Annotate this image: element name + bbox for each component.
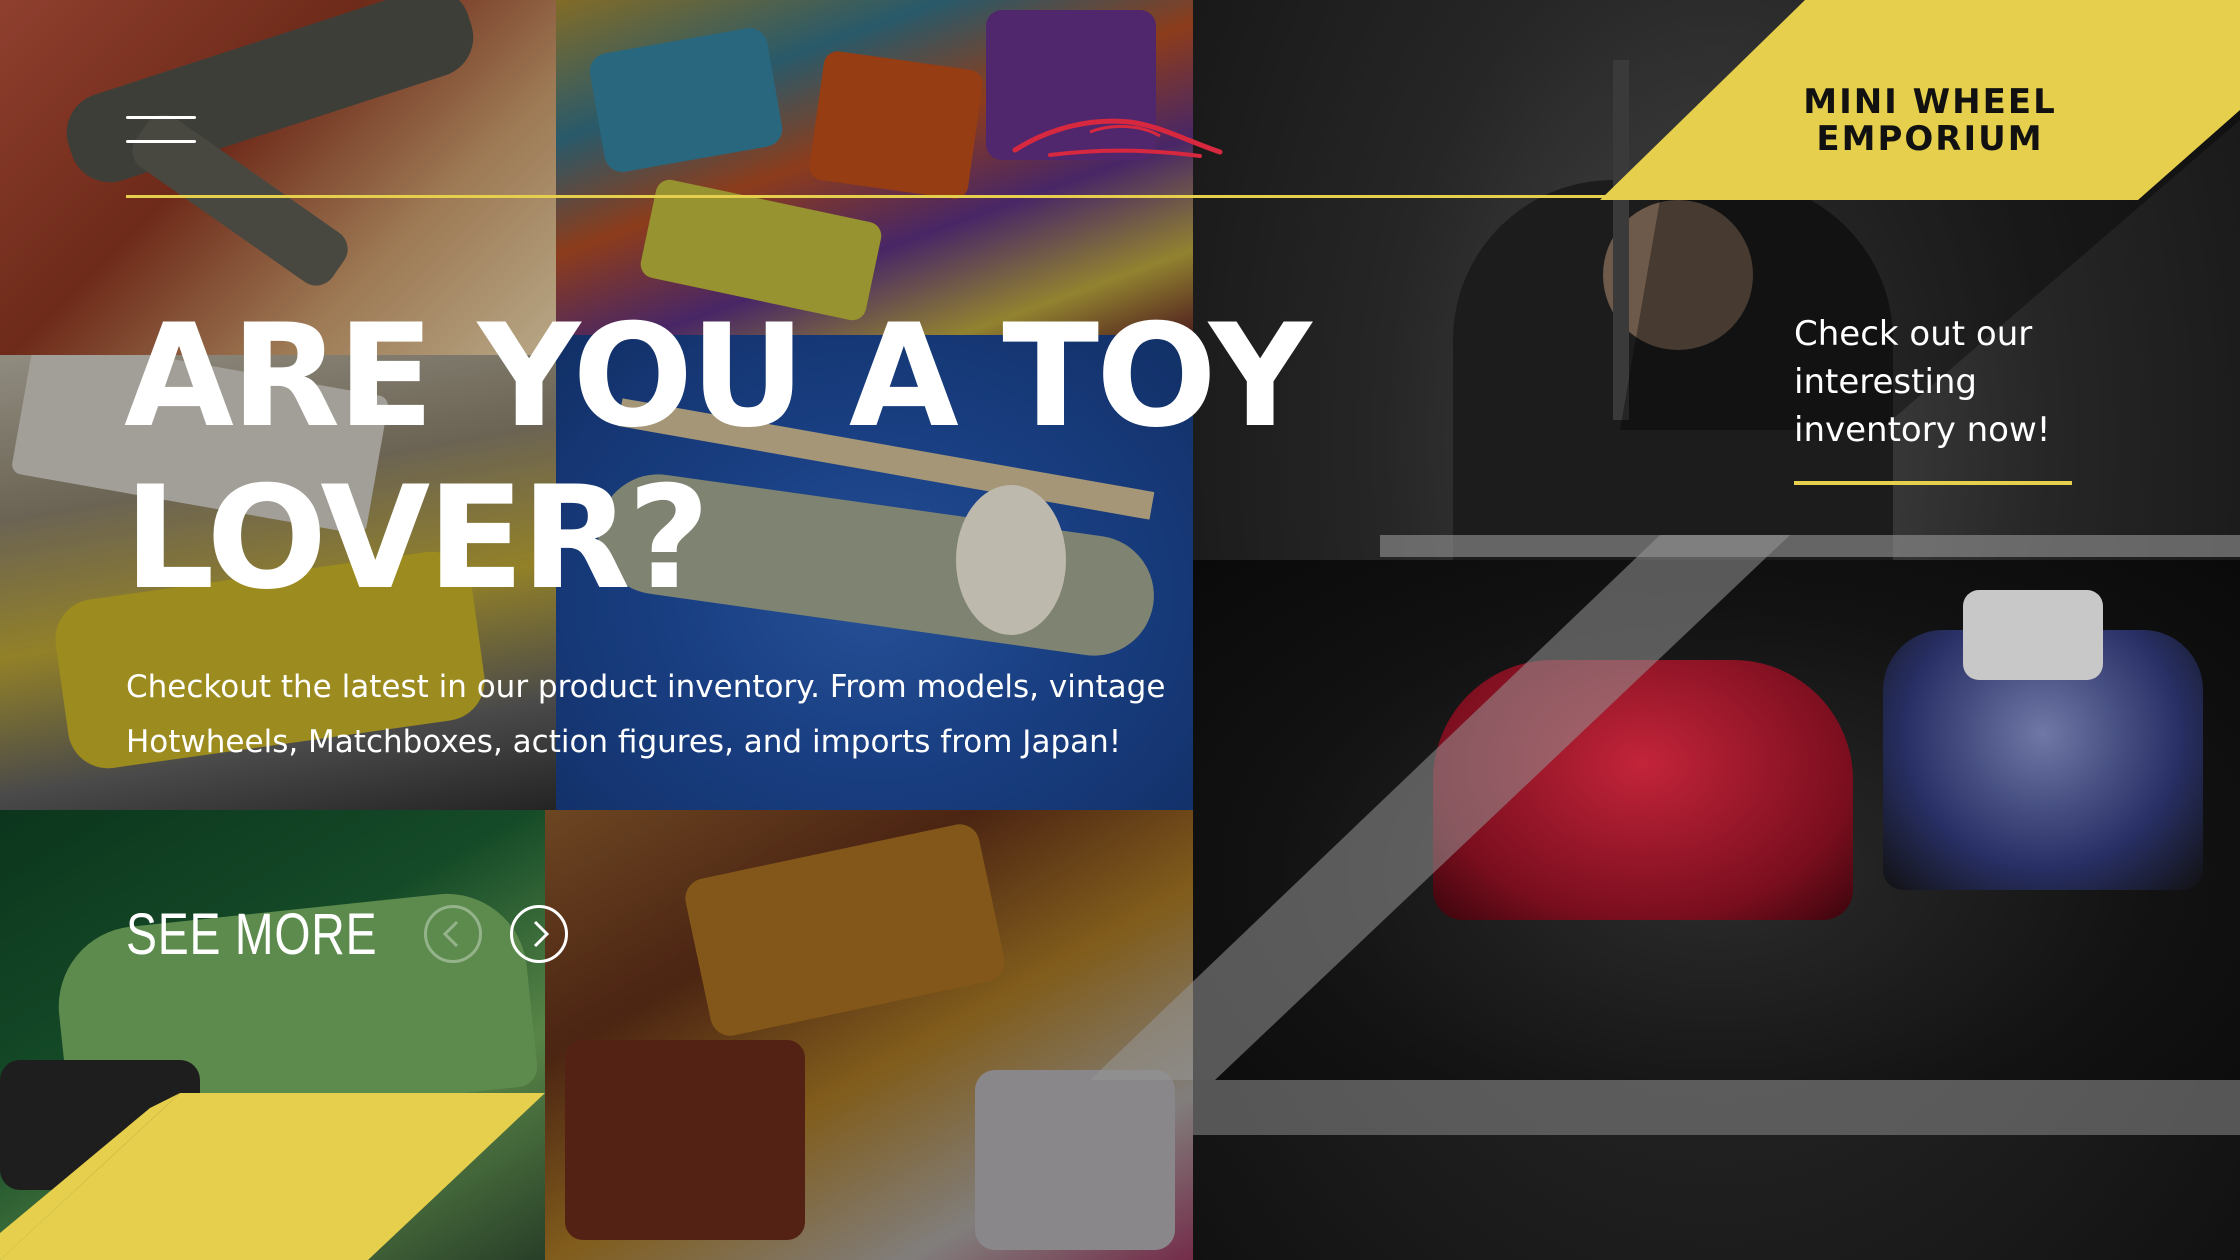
hamburger-menu-icon: [126, 140, 196, 143]
chevron-left-icon: [442, 920, 459, 948]
brand-name[interactable]: MINI WHEEL EMPORIUM: [1760, 84, 2100, 158]
yellow-corner-wedge: [0, 1093, 545, 1260]
menu-button[interactable]: [126, 116, 196, 146]
see-more-link[interactable]: SEE MORE: [126, 900, 377, 970]
prev-button[interactable]: [424, 905, 482, 963]
hero-description: Checkout the latest in our product inven…: [126, 669, 1166, 760]
grey-band: [1380, 535, 2240, 557]
hero-title: ARE YOU A TOY LOVER?: [124, 294, 1312, 621]
next-button[interactable]: [510, 905, 568, 963]
chevron-right-icon: [533, 920, 550, 948]
grey-band: [1193, 1080, 2240, 1135]
hamburger-menu-icon: [126, 116, 196, 119]
header-divider: [126, 195, 1616, 198]
callout-underline: [1794, 481, 2072, 485]
inventory-callout[interactable]: Check out our interesting inventory now!: [1794, 310, 2114, 454]
car-silhouette-icon: [1012, 118, 1223, 158]
